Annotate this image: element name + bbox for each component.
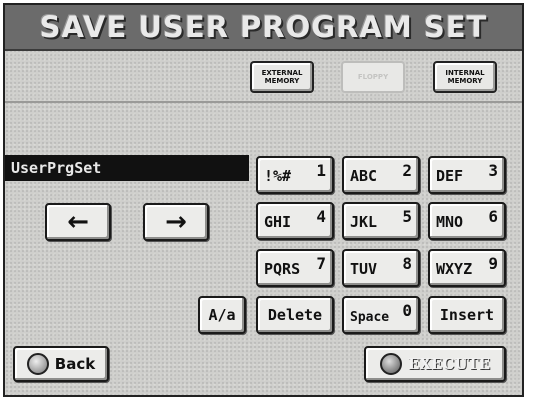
globe-icon — [26, 353, 49, 375]
key-1-button[interactable]: !%# 1 — [256, 156, 334, 194]
key-4-button[interactable]: GHI 4 — [256, 202, 334, 240]
external-memory-button[interactable]: EXTERNAL MEMORY — [250, 61, 314, 93]
save-user-program-set-screen: SAVE USER PROGRAM SET EXTERNAL MEMORY FL… — [3, 3, 524, 397]
key-9-button[interactable]: WXYZ 9 — [428, 249, 506, 287]
case-toggle-button[interactable]: A/a — [198, 296, 246, 334]
floppy-button: FLOPPY — [341, 61, 405, 93]
key-number: 9 — [488, 254, 498, 273]
key-number: 1 — [316, 161, 326, 180]
key-letters: JKL — [350, 213, 378, 231]
cursor-right-button[interactable]: → — [143, 203, 209, 241]
delete-button[interactable]: Delete — [256, 296, 334, 334]
key-letters: !%# — [264, 167, 292, 185]
back-label: Back — [54, 355, 96, 373]
key-number: 0 — [402, 301, 412, 320]
key-3-button[interactable]: DEF 3 — [428, 156, 506, 194]
key-2-button[interactable]: ABC 2 — [342, 156, 420, 194]
key-letters: WXYZ — [436, 260, 473, 278]
key-letters: TUV — [350, 260, 378, 278]
back-button[interactable]: Back — [13, 346, 109, 382]
key-letters: DEF — [436, 167, 464, 185]
key-number: 8 — [402, 254, 412, 273]
key-6-button[interactable]: MNO 6 — [428, 202, 506, 240]
execute-indicator-icon — [379, 353, 402, 375]
page-title: SAVE USER PROGRAM SET — [39, 10, 488, 44]
key-number: 3 — [488, 161, 498, 180]
key-8-button[interactable]: TUV 8 — [342, 249, 420, 287]
key-number: 5 — [402, 207, 412, 226]
key-number: 2 — [402, 161, 412, 180]
program-set-name-field[interactable]: UserPrgSet — [5, 155, 249, 181]
internal-memory-button[interactable]: INTERNAL MEMORY — [433, 61, 497, 93]
key-letters: Space — [350, 310, 390, 325]
key-letters: GHI — [264, 213, 292, 231]
arrow-right-icon: → — [165, 207, 187, 237]
space-key-button[interactable]: Space 0 — [342, 296, 420, 334]
key-letters: MNO — [436, 213, 464, 231]
key-number: 7 — [316, 254, 326, 273]
cursor-left-button[interactable]: ← — [45, 203, 111, 241]
key-7-button[interactable]: PQRS 7 — [256, 249, 334, 287]
destination-bar: EXTERNAL MEMORY FLOPPY INTERNAL MEMORY — [5, 51, 522, 103]
insert-button[interactable]: Insert — [428, 296, 506, 334]
title-bar: SAVE USER PROGRAM SET — [5, 5, 522, 51]
key-letters: ABC — [350, 167, 378, 185]
key-letters: PQRS — [264, 260, 301, 278]
key-number: 4 — [316, 207, 326, 226]
execute-label: EXECUTE — [407, 355, 491, 373]
arrow-left-icon: ← — [67, 207, 89, 237]
key-5-button[interactable]: JKL 5 — [342, 202, 420, 240]
key-number: 6 — [488, 207, 498, 226]
execute-button[interactable]: EXECUTE — [364, 346, 506, 382]
